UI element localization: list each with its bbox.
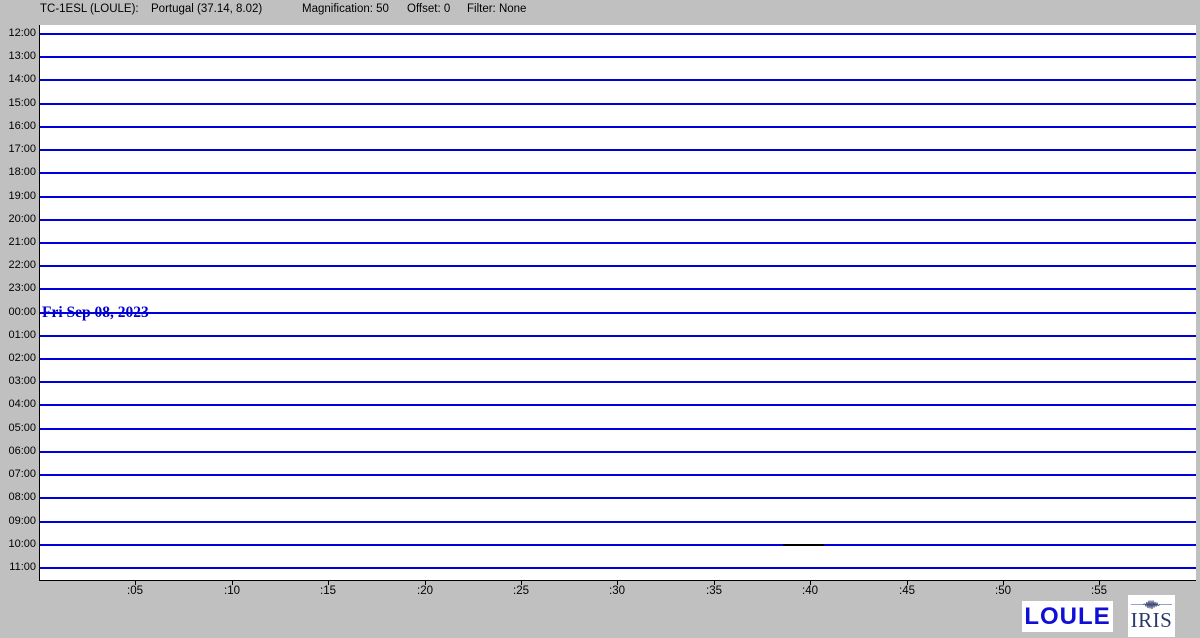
minute-label: :55 bbox=[1079, 584, 1119, 598]
hour-label: 07:00 bbox=[0, 467, 36, 481]
minute-label: :05 bbox=[115, 584, 155, 598]
hour-label: 19:00 bbox=[0, 189, 36, 203]
hour-label: 16:00 bbox=[0, 119, 36, 133]
iris-logo-text: IRIS bbox=[1131, 610, 1173, 631]
minute-label: :25 bbox=[501, 584, 541, 598]
hour-label: 18:00 bbox=[0, 165, 36, 179]
hour-label: 10:00 bbox=[0, 537, 36, 551]
helicorder-plot[interactable] bbox=[39, 25, 1196, 581]
trace-row-0900 bbox=[40, 521, 1196, 523]
trace-row-0800 bbox=[40, 497, 1196, 499]
trace-row-1600 bbox=[40, 126, 1196, 128]
trace-row-1500 bbox=[40, 103, 1196, 105]
trace-row-1300 bbox=[40, 56, 1196, 58]
minute-label: :30 bbox=[597, 584, 637, 598]
jamaseis-window: { "window": { "background": "#c0c0c0" },… bbox=[0, 0, 1200, 638]
hour-label: 00:00 bbox=[0, 305, 36, 319]
minute-label: :20 bbox=[405, 584, 445, 598]
minute-label: :45 bbox=[887, 584, 927, 598]
trace-row-0500 bbox=[40, 428, 1196, 430]
hour-label: 11:00 bbox=[0, 560, 36, 574]
date-annotation: Fri Sep 08, 2023 bbox=[42, 304, 149, 322]
minute-label: :10 bbox=[212, 584, 252, 598]
hour-label: 14:00 bbox=[0, 72, 36, 86]
hour-label: 13:00 bbox=[0, 49, 36, 63]
trace-row-1900 bbox=[40, 196, 1196, 198]
trace-row-1000 bbox=[40, 544, 1196, 546]
hour-label: 22:00 bbox=[0, 258, 36, 272]
station-location-label: Portugal (37.14, 8.02) bbox=[151, 3, 262, 19]
trace-row-1400 bbox=[40, 79, 1196, 81]
hour-label: 04:00 bbox=[0, 397, 36, 411]
trace-row-1100 bbox=[40, 567, 1196, 569]
hour-label: 21:00 bbox=[0, 235, 36, 249]
iris-logo: IRIS bbox=[1128, 595, 1175, 637]
filter-label: Filter: None bbox=[467, 3, 526, 19]
hour-label: 01:00 bbox=[0, 328, 36, 342]
hour-label: 05:00 bbox=[0, 421, 36, 435]
trace-row-0600 bbox=[40, 451, 1196, 453]
hour-label: 17:00 bbox=[0, 142, 36, 156]
station-id-label: TC-1ESL (LOULE): bbox=[40, 3, 139, 19]
hour-label: 20:00 bbox=[0, 212, 36, 226]
trace-row-0100 bbox=[40, 335, 1196, 337]
trace-row-0700 bbox=[40, 474, 1196, 476]
minute-label: :15 bbox=[308, 584, 348, 598]
hour-label: 02:00 bbox=[0, 351, 36, 365]
trace-row-0300 bbox=[40, 381, 1196, 383]
minute-label: :50 bbox=[983, 584, 1023, 598]
trace-row-2000 bbox=[40, 219, 1196, 221]
trace-row-2300 bbox=[40, 288, 1196, 290]
trace-row-0400 bbox=[40, 404, 1196, 406]
magnification-label: Magnification: 50 bbox=[302, 3, 389, 19]
current-time-trace-segment bbox=[783, 544, 823, 546]
hour-label: 09:00 bbox=[0, 514, 36, 528]
trace-row-0000 bbox=[40, 312, 1196, 314]
hour-label: 08:00 bbox=[0, 490, 36, 504]
hour-label: 23:00 bbox=[0, 281, 36, 295]
trace-row-1200 bbox=[40, 33, 1196, 35]
minute-label: :40 bbox=[790, 584, 830, 598]
station-select-button[interactable]: LOULE bbox=[1022, 601, 1113, 632]
offset-label: Offset: 0 bbox=[407, 3, 450, 19]
hour-label: 12:00 bbox=[0, 26, 36, 40]
trace-row-2200 bbox=[40, 265, 1196, 267]
trace-row-0200 bbox=[40, 358, 1196, 360]
trace-row-1800 bbox=[40, 172, 1196, 174]
trace-row-1700 bbox=[40, 149, 1196, 151]
hour-label: 03:00 bbox=[0, 374, 36, 388]
hour-label: 15:00 bbox=[0, 96, 36, 110]
hour-label: 06:00 bbox=[0, 444, 36, 458]
minute-label: :35 bbox=[694, 584, 734, 598]
trace-row-2100 bbox=[40, 242, 1196, 244]
